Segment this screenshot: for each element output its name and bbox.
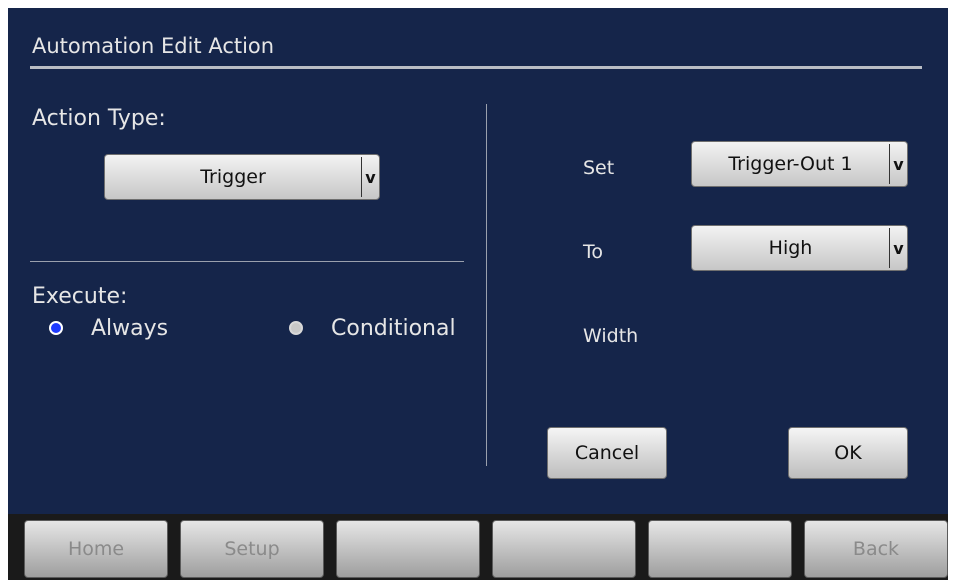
- chevron-down-icon: v: [893, 238, 904, 258]
- column-divider: [486, 104, 487, 466]
- action-type-value: Trigger: [200, 166, 266, 188]
- back-button[interactable]: Back: [804, 520, 948, 578]
- to-dropdown[interactable]: High v: [691, 225, 908, 271]
- action-type-label: Action Type:: [32, 106, 166, 131]
- to-value: High: [768, 237, 813, 259]
- page-title: Automation Edit Action: [32, 34, 275, 58]
- set-label: Set: [583, 157, 615, 179]
- to-label: To: [583, 241, 604, 263]
- nav-button-5[interactable]: [648, 520, 792, 578]
- radio-always[interactable]: [49, 321, 63, 335]
- title-divider: [30, 66, 922, 69]
- option-always-label[interactable]: Always: [91, 316, 168, 341]
- chevron-down-icon: v: [893, 154, 904, 174]
- width-label: Width: [583, 325, 639, 347]
- set-value: Trigger-Out 1: [728, 153, 853, 175]
- chevron-down-icon: v: [365, 167, 376, 187]
- home-button[interactable]: Home: [24, 520, 168, 578]
- setup-button[interactable]: Setup: [180, 520, 324, 578]
- section-divider: [30, 261, 464, 262]
- cancel-button[interactable]: Cancel: [547, 427, 667, 479]
- automation-edit-action-panel: Automation Edit Action Action Type: Trig…: [8, 8, 948, 580]
- execute-label: Execute:: [32, 284, 128, 309]
- nav-button-4[interactable]: [492, 520, 636, 578]
- radio-conditional[interactable]: [289, 321, 303, 335]
- ok-button[interactable]: OK: [788, 427, 908, 479]
- bottom-nav-bar: Home Setup Back: [8, 514, 948, 580]
- nav-button-3[interactable]: [336, 520, 480, 578]
- action-type-dropdown[interactable]: Trigger v: [104, 154, 380, 200]
- option-conditional-label[interactable]: Conditional: [331, 316, 456, 341]
- set-dropdown[interactable]: Trigger-Out 1 v: [691, 141, 908, 187]
